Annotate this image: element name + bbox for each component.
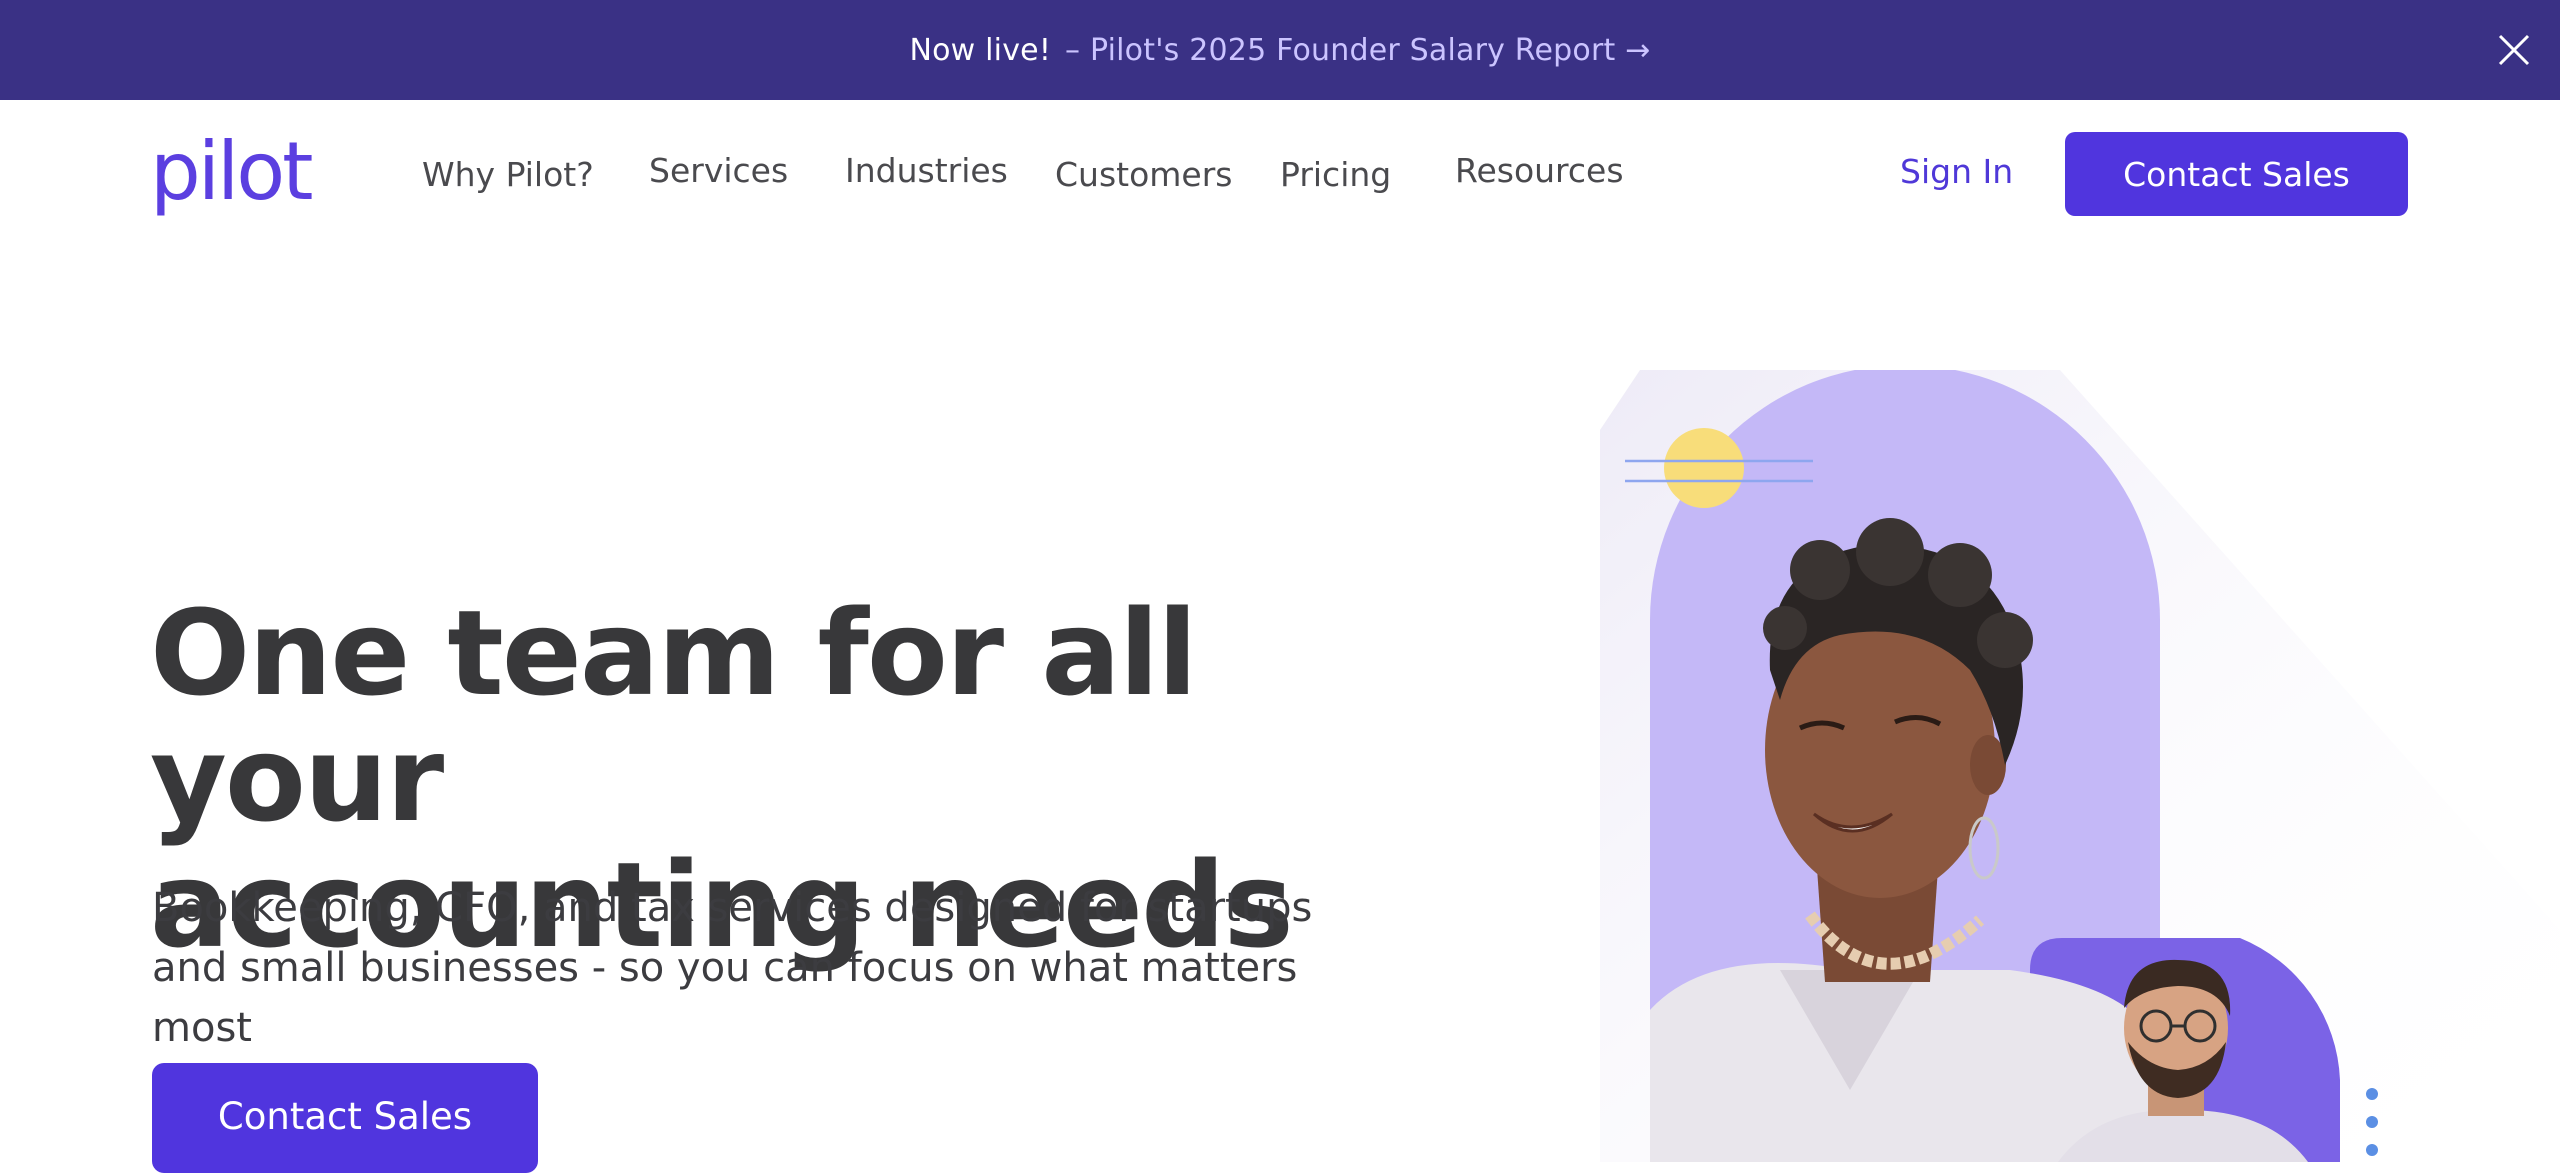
- sign-in-link[interactable]: Sign In: [1900, 152, 2013, 191]
- hero-title-line-1: One team for all your: [150, 584, 1198, 848]
- man-photo: [2058, 959, 2308, 1162]
- announcement-bar: Now live! – Pilot's 2025 Founder Salary …: [0, 0, 2560, 100]
- nav-item-services[interactable]: Services: [649, 151, 788, 190]
- announcement-prefix: Now live!: [909, 32, 1052, 68]
- contact-sales-hero-button[interactable]: Contact Sales: [152, 1063, 538, 1173]
- pilot-logo[interactable]: pilot: [150, 132, 314, 212]
- nav-item-customers[interactable]: Customers: [1055, 155, 1233, 194]
- nav-item-pricing[interactable]: Pricing: [1280, 155, 1391, 194]
- main-navigation: pilot Why Pilot? Services Industries Cus…: [0, 100, 2560, 248]
- nav-item-industries[interactable]: Industries: [845, 151, 1008, 190]
- nav-item-why-pilot[interactable]: Why Pilot?: [422, 155, 594, 194]
- salary-report-link[interactable]: – Pilot's 2025 Founder Salary Report →: [1065, 33, 1650, 68]
- nav-item-resources[interactable]: Resources: [1455, 151, 1624, 190]
- contact-sales-nav-button[interactable]: Contact Sales: [2065, 132, 2408, 216]
- close-icon[interactable]: [2490, 26, 2538, 74]
- hero-subtitle: Bookkeeping, CFO, and tax services desig…: [152, 885, 1313, 1051]
- hero-illustration: [1600, 370, 2560, 1162]
